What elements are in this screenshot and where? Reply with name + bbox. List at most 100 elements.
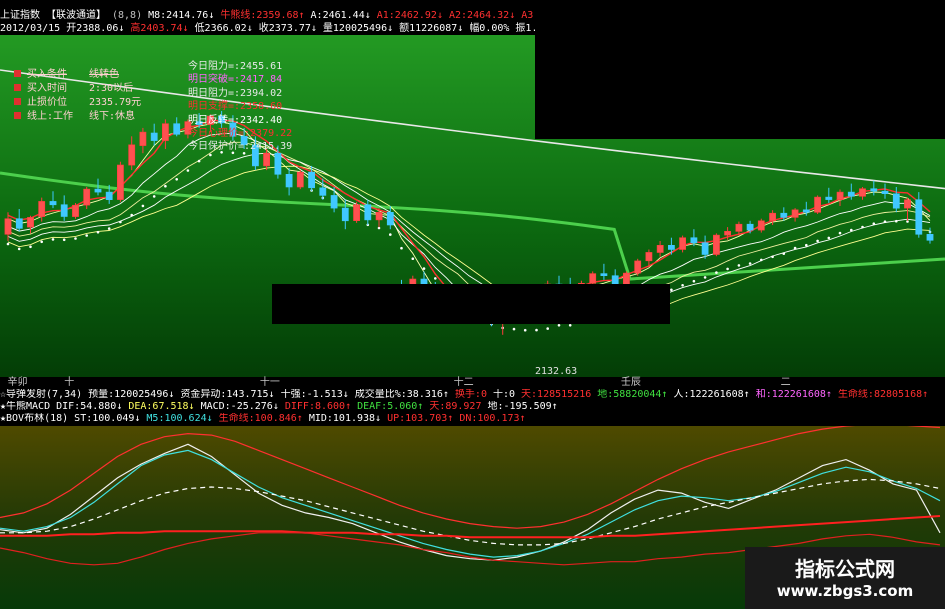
watermark: 指标公式网 www.zbgs3.com — [745, 547, 945, 609]
info-row: 买入时间 2:30以后 — [14, 82, 141, 96]
indicator2-value-3: MACD:-25.276↓ — [200, 401, 279, 412]
indicator3-value-3: 生命线:100.846↑ — [218, 413, 303, 424]
indicator3-value-2: M5:100.624↓ — [146, 413, 213, 424]
candle-body — [791, 209, 799, 218]
candle-body — [645, 252, 653, 262]
date-tick-label: 二 — [780, 377, 791, 388]
candle-body — [847, 191, 855, 197]
candle-body — [870, 188, 878, 192]
candle-body — [139, 131, 147, 146]
support-dot — [51, 238, 55, 241]
indicator2-value-2: DEA:67.518↓ — [128, 401, 195, 412]
support-dot — [119, 220, 122, 224]
header2-item-6: 额11226087↓ — [399, 23, 464, 34]
candle-body — [904, 199, 911, 209]
indicator3-value-4: MID:101.938↓ — [308, 413, 382, 424]
watermark-title: 指标公式网 — [795, 557, 895, 581]
candle-body — [915, 199, 923, 235]
candle — [117, 161, 124, 202]
candle-body — [49, 201, 57, 206]
indicator1-value-3: 十强:-1.513↓ — [280, 389, 349, 400]
candle-body — [735, 223, 743, 232]
indicator2-value-0: ★牛熊MACD — [0, 401, 51, 412]
info-label: 线上:工作 — [27, 111, 74, 122]
sr-level: 明日阻力=:2394.02 — [188, 87, 283, 99]
candle — [296, 170, 304, 190]
candle-body — [364, 204, 372, 221]
candle-body — [600, 273, 608, 277]
header1-item-1: 【联波通道】 — [46, 10, 106, 21]
header2-item-7: 幅0.00% — [469, 23, 510, 34]
candle-body — [15, 218, 23, 229]
candle-body — [769, 212, 776, 222]
support-dot — [793, 246, 797, 250]
redaction-block-middle — [272, 284, 670, 324]
candle-body — [386, 212, 394, 226]
support-dot — [6, 242, 10, 246]
indicator3-value-6: DN:100.173↑ — [459, 413, 526, 424]
info-label: 止损价位 — [27, 97, 67, 108]
support-dot — [748, 262, 752, 265]
candle-body — [38, 201, 46, 217]
candle-body — [117, 164, 124, 200]
support-dot — [389, 233, 392, 236]
support-dot — [827, 236, 831, 240]
support-dot — [422, 267, 426, 270]
indicator3-value-5: UP:103.703↑ — [387, 413, 454, 424]
indicator-line-macd: ★牛熊MACD DIF:54.880↓ DEA:67.518↓ MACD:-25.27… — [0, 401, 945, 413]
indicator1-value-9: 人:122261608↑ — [673, 389, 750, 400]
candle-body — [60, 204, 68, 217]
candle-body — [263, 152, 270, 167]
candle-body — [375, 212, 383, 221]
header1-item-0: 上证指数 — [0, 10, 40, 21]
header2-item-0: 2012/03/15 — [0, 23, 61, 34]
indicator1-value-7: 天:128515216 — [521, 389, 592, 400]
support-dot — [535, 328, 538, 332]
candle-body — [94, 188, 102, 193]
candle — [712, 233, 720, 257]
indicator1-value-1: 预量:120025496↓ — [88, 389, 175, 400]
support-dot — [130, 213, 133, 217]
candle — [634, 258, 642, 276]
indicator1-value-5: 换手:0 — [454, 389, 487, 400]
redaction-block-top-right — [535, 0, 945, 139]
watermark-url: www.zbgs3.com — [776, 582, 914, 600]
support-dot — [209, 153, 212, 157]
support-dot — [850, 228, 853, 232]
info-value: 2335.79元 — [89, 97, 142, 108]
support-dot — [737, 264, 741, 267]
candle-body — [780, 212, 788, 218]
candle-body — [667, 245, 675, 250]
candle-body — [859, 188, 866, 197]
header1-item-3: M8:2414.76↓ — [148, 10, 215, 21]
support-dot — [152, 195, 156, 198]
date-tick-label: 十 — [64, 377, 75, 388]
support-dot — [816, 239, 819, 243]
date-tick-label: 壬辰 — [620, 377, 641, 388]
header1-item-7: A2:2464.32↓ — [448, 10, 516, 21]
low-price-label: 2132.63 — [535, 366, 577, 377]
info-row: 止损价位 2335.79元 — [14, 96, 141, 110]
info-value: 线转色 — [89, 69, 119, 80]
candle-body — [72, 204, 79, 217]
candle-body — [881, 190, 889, 194]
candle-body — [701, 242, 709, 255]
candle-body — [825, 196, 833, 200]
sr-level: 今日保护价=:2415.39 — [188, 141, 293, 153]
candle — [72, 203, 79, 219]
support-dot — [85, 234, 88, 237]
support-dot — [861, 225, 864, 229]
indicator1-value-6: 十:0 — [492, 389, 516, 400]
sr-level: 明日突破=:2417.84 — [188, 74, 283, 86]
candle-body — [4, 218, 12, 235]
support-dot — [771, 255, 774, 259]
info-value: 2:30以后 — [89, 83, 134, 94]
candle-body — [319, 187, 327, 196]
info-row: 线上:工作 线下:休息 — [14, 110, 141, 124]
indicator1-value-2: 资金异动:143.715↓ — [180, 389, 275, 400]
candle — [814, 195, 821, 214]
indicator2-value-7: 地:-195.509↑ — [487, 401, 558, 412]
bullet-icon — [14, 98, 21, 105]
date-tick-label: 十二 — [453, 377, 474, 388]
sr-level: 明日支撑=:2358.60 — [188, 101, 283, 113]
